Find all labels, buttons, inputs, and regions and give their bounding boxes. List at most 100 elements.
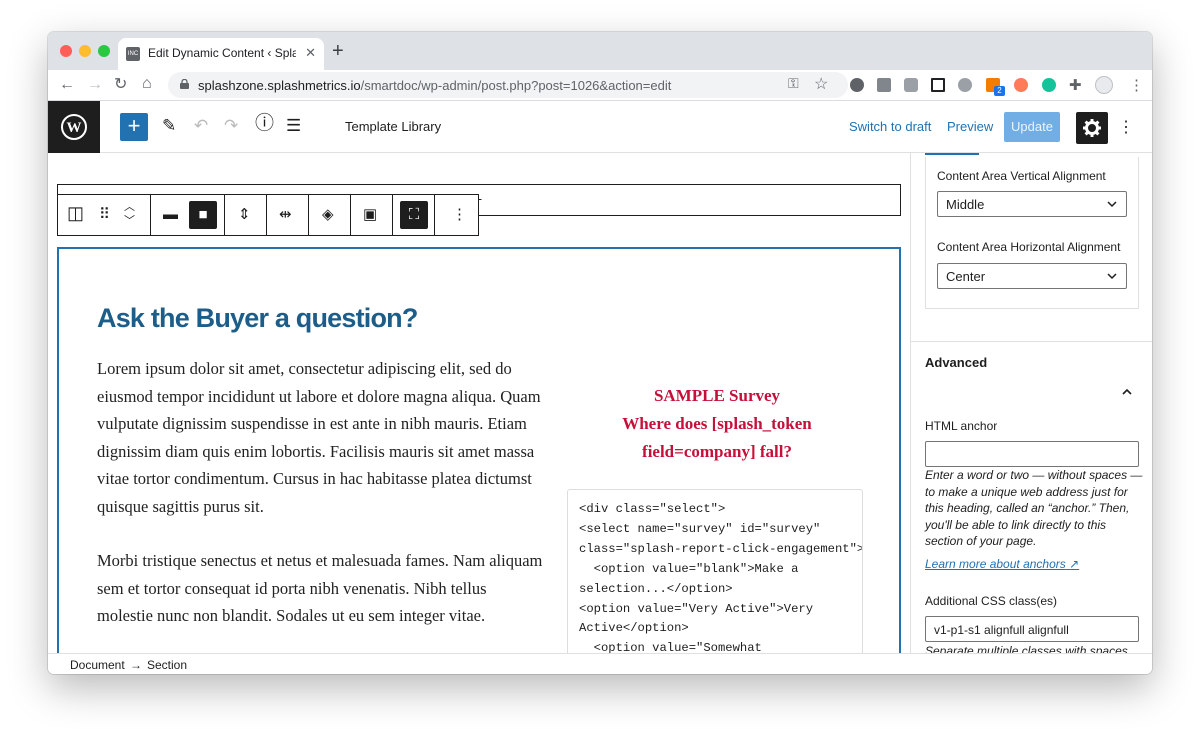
html-code-block[interactable]: <div class="select"> <select name="surve… (567, 489, 863, 653)
url-path: /smartdoc/wp-admin/post.php?post=1026&ac… (360, 78, 672, 93)
back-arrow-icon[interactable]: ← (59, 76, 75, 94)
wordpress-logo-icon[interactable]: W (48, 101, 100, 153)
address-bar[interactable]: splashzone.splashmetrics.io/smartdoc/wp-… (168, 72, 848, 98)
settings-sidebar: Content Area Vertical Alignment Middle C… (910, 153, 1152, 653)
html-anchor-label: HTML anchor (925, 419, 998, 433)
grammarly-extension-icon[interactable] (1042, 78, 1056, 92)
fill-color-icon[interactable]: ◈ (322, 206, 334, 224)
drive-extension-icon[interactable] (877, 78, 891, 92)
browser-tab[interactable]: INC Edit Dynamic Content ‹ Splash ✕ (118, 38, 324, 70)
external-link-icon: ↗ (1069, 557, 1080, 571)
chevron-down-icon (1107, 273, 1117, 280)
update-button[interactable]: Update (1004, 112, 1060, 142)
vertical-align-icon[interactable]: ⇕ (238, 206, 251, 224)
add-block-button[interactable]: + (120, 113, 148, 141)
url-host: splashzone.splashmetrics.io (198, 78, 361, 93)
chat-extension-icon[interactable] (904, 78, 918, 92)
horizontal-alignment-select[interactable]: Center (937, 263, 1127, 289)
survey-title[interactable]: SAMPLE Survey Where does [splash_token f… (567, 382, 867, 466)
chevron-up-icon[interactable] (1121, 386, 1133, 398)
horizontal-align-icon[interactable]: ⇹ (279, 206, 292, 224)
toolbar-group-width: ▬ ■ (151, 195, 225, 235)
css-classes-input[interactable]: v1-p1-s1 alignfull alignfull (925, 616, 1139, 642)
body-paragraph-1[interactable]: Lorem ipsum dolor sit amet, consectetur … (97, 355, 545, 521)
breadcrumb-separator: → (130, 658, 142, 672)
hubspot-extension-icon[interactable] (1014, 78, 1028, 92)
bookmark-star-icon[interactable]: ☆ (814, 74, 828, 94)
settings-gear-button[interactable] (1076, 112, 1108, 144)
toolbar-group-parent: ◫ ⠿ ︿ ﹀ (58, 195, 151, 235)
vertical-alignment-select[interactable]: Middle (937, 191, 1127, 217)
template-library-button[interactable]: Template Library (345, 119, 441, 134)
new-tab-button[interactable]: + (332, 41, 344, 61)
tab-favicon-icon: INC (126, 47, 140, 61)
toolbar-group-media: ▣ (351, 195, 393, 235)
breadcrumb-document[interactable]: Document (70, 658, 125, 672)
list-view-icon[interactable]: ☰ (286, 116, 301, 136)
block-more-options-icon[interactable]: ⋮ (452, 206, 467, 224)
chevron-down-icon (1107, 201, 1117, 208)
survey-title-line-3: field=company] fall? (642, 442, 792, 461)
advanced-panel-toggle[interactable]: Advanced (925, 355, 987, 370)
sidebar-divider (911, 341, 1152, 342)
tab-strip: INC Edit Dynamic Content ‹ Splash ✕ + (48, 32, 1152, 70)
vertical-alignment-value: Middle (946, 197, 985, 212)
puzzle-extensions-icon[interactable]: ✚ (1069, 76, 1082, 94)
lock-icon (180, 79, 189, 89)
section-heading[interactable]: Ask the Buyer a question? (97, 303, 418, 334)
css-classes-label: Additional CSS class(es) (925, 594, 1058, 608)
css-classes-help: Separate multiple classes with spaces. (925, 644, 1132, 653)
zoom-window-button[interactable] (98, 45, 110, 57)
honey-extension-icon[interactable] (958, 78, 972, 92)
breadcrumb: Document → Section (48, 653, 1152, 674)
edit-pencil-icon[interactable]: ✎ (162, 116, 176, 136)
browser-toolbar: ← → ↻ ⌂ splashzone.splashmetrics.io/smar… (48, 70, 1152, 101)
forward-arrow-icon[interactable]: → (87, 76, 103, 94)
move-up-down-icon[interactable]: ︿ ﹀ (124, 200, 135, 228)
toolbar-group-horizontal: ⇹ (267, 195, 309, 235)
browser-menu-icon[interactable]: ⋮ (1129, 76, 1144, 94)
html-anchor-help: Enter a word or two — without spaces — t… (925, 468, 1143, 548)
toolbar-group-fullheight: ⛶ (393, 195, 435, 235)
reload-icon[interactable]: ↻ (114, 76, 127, 94)
horizontal-alignment-label: Content Area Horizontal Alignment (937, 240, 1121, 254)
editor-canvas: + ◫ ⠿ ︿﹀ ▬ ■ ⇕ ⇹ ◈ ▣ ⛶ (48, 153, 910, 653)
breadcrumb-section[interactable]: Section (147, 658, 187, 672)
close-window-button[interactable] (60, 45, 72, 57)
toolbar-group-color: ◈ (309, 195, 351, 235)
home-icon[interactable]: ⌂ (142, 75, 152, 93)
learn-more-anchors-link[interactable]: Learn more about anchors ↗ (925, 557, 1079, 571)
tab-close-icon[interactable]: ✕ (305, 45, 316, 61)
redo-icon[interactable]: ↷ (224, 116, 238, 136)
screenshot-extension-icon[interactable] (931, 78, 945, 92)
full-width-icon[interactable]: ■ (189, 201, 217, 229)
switch-to-draft-button[interactable]: Switch to draft (849, 119, 931, 134)
full-height-icon[interactable]: ⛶ (400, 201, 428, 229)
tab-title: Edit Dynamic Content ‹ Splash (148, 46, 296, 60)
block-type-icon[interactable]: ◫ (67, 204, 84, 222)
svg-text:W: W (67, 120, 82, 136)
url-text: splashzone.splashmetrics.io/smartdoc/wp-… (198, 78, 671, 93)
wide-width-icon[interactable]: ▬ (163, 206, 178, 224)
background-image-icon[interactable]: ▣ (363, 206, 377, 224)
body-paragraph-2[interactable]: Morbi tristique senectus et netus et mal… (97, 547, 545, 630)
survey-title-line-1: SAMPLE Survey (653, 386, 781, 405)
gear-icon (1083, 119, 1101, 137)
browser-window: INC Edit Dynamic Content ‹ Splash ✕ + ← … (48, 32, 1152, 674)
extension-badge: 2 (994, 86, 1005, 96)
profile-avatar[interactable] (1095, 76, 1113, 94)
drag-handle-icon[interactable]: ⠿ (99, 206, 110, 224)
extension-circle-icon[interactable] (850, 78, 864, 92)
html-anchor-input[interactable] (925, 441, 1139, 467)
undo-icon[interactable]: ↶ (194, 116, 208, 136)
block-toolbar: ◫ ⠿ ︿ ﹀ ▬ ■ ⇕ ⇹ ◈ ▣ ⛶ ⋮ (57, 194, 479, 236)
selected-section-block[interactable]: Ask the Buyer a question? Lorem ipsum do… (57, 247, 901, 653)
survey-title-line-2: Where does [splash_token (622, 414, 812, 433)
key-icon[interactable]: ⚿ (788, 75, 799, 92)
toolbar-group-vertical: ⇕ (225, 195, 267, 235)
preview-button[interactable]: Preview (947, 119, 993, 134)
info-icon[interactable]: ⓘ (255, 114, 274, 134)
options-more-icon[interactable]: ⋮ (1118, 117, 1134, 137)
active-tab-indicator (925, 153, 979, 155)
minimize-window-button[interactable] (79, 45, 91, 57)
